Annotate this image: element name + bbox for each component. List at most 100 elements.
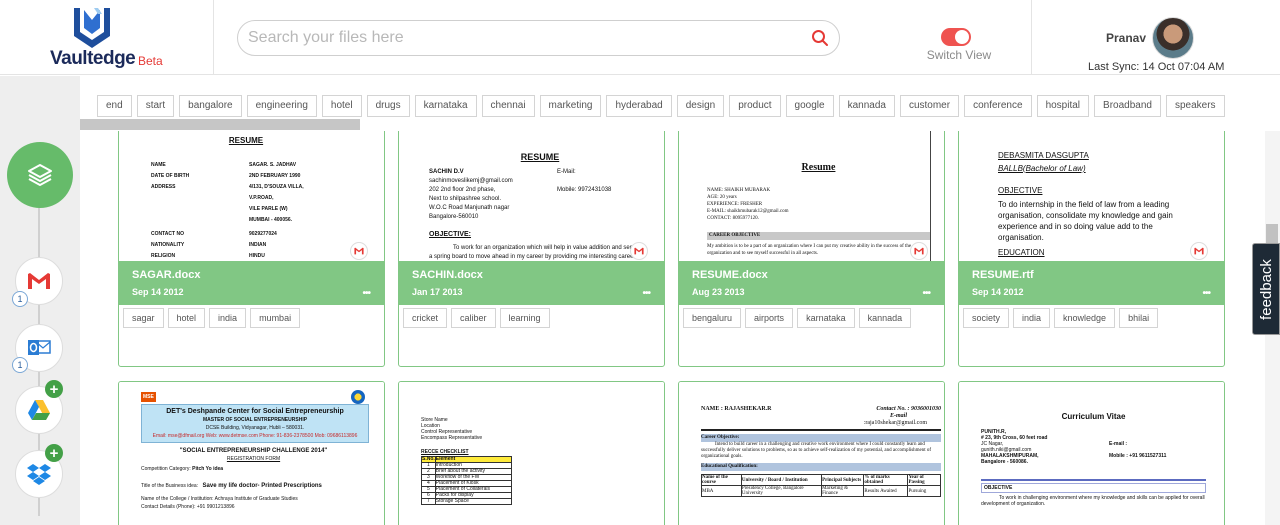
file-card[interactable]: MSE DET's Deshpande Center for Social En… <box>118 381 385 525</box>
file-date: Jan 17 2013 <box>412 287 463 297</box>
tag-filter-bar: end start bangalore engineering hotel drugs ka… <box>97 95 1230 117</box>
card-tag[interactable]: india <box>1013 308 1051 328</box>
tag-chip[interactable]: product <box>729 95 781 117</box>
file-info-bar: SACHIN.docx Jan 17 2013 ••• <box>399 261 664 305</box>
tag-chip[interactable]: end <box>97 95 132 117</box>
top-header: Vaultedge Beta Switch View Pranav Last S… <box>0 0 1280 75</box>
doc-value: VILE PARLE (W) <box>249 206 288 212</box>
file-name[interactable]: SACHIN.docx <box>412 269 483 281</box>
doc-title: Resume <box>801 162 836 173</box>
file-card[interactable]: Resume NAME: SHAIKH MUBARAK AGE: 20 year… <box>678 131 945 367</box>
card-tags: society india knowledge bhilai <box>963 308 1162 328</box>
add-drive-plus-icon[interactable]: + <box>45 380 63 398</box>
doc-label: DATE OF BIRTH <box>151 173 190 179</box>
gmail-source-icon <box>910 242 928 260</box>
search-icon[interactable] <box>811 29 829 47</box>
switch-view-toggle[interactable] <box>941 28 971 46</box>
file-name[interactable]: RESUME.docx <box>692 269 768 281</box>
user-name[interactable]: Pranav <box>1106 31 1146 45</box>
doc-line: 202 2nd floor 2nd phase, <box>429 187 496 193</box>
file-card[interactable]: Store Name Location Control Representati… <box>398 381 665 525</box>
tag-chip[interactable]: karnataka <box>414 95 477 117</box>
doc-line: Bangalore - 560086. <box>981 459 1028 465</box>
file-preview: Curriculum Vitae PUNITH.R, # 23, 9th Cro… <box>959 382 1224 525</box>
card-tag[interactable]: cricket <box>403 308 448 328</box>
card-tag[interactable]: sagar <box>123 308 164 328</box>
table-cell: Results Awaited <box>863 485 909 497</box>
add-dropbox-plus-icon[interactable]: + <box>45 444 63 462</box>
more-options-icon[interactable]: ••• <box>642 288 650 299</box>
card-tag[interactable]: society <box>963 308 1010 328</box>
more-options-icon[interactable]: ••• <box>1202 288 1210 299</box>
tag-chip[interactable]: bangalore <box>179 95 242 117</box>
doc-label: CONTACT NO <box>151 231 184 237</box>
divider <box>981 479 1206 481</box>
card-tag[interactable]: knowledge <box>1054 308 1116 328</box>
layers-icon <box>28 164 52 186</box>
more-options-icon[interactable]: ••• <box>362 288 370 299</box>
file-card[interactable]: NAME : RAJASHEKAR.R Contact No. : 9036001… <box>678 381 945 525</box>
file-card[interactable]: DEBASMITA DASGUPTA BALLB(Bachelor of Law… <box>958 131 1225 367</box>
card-tag[interactable]: learning <box>499 308 550 328</box>
doc-section-title: EDUCATION <box>998 248 1045 257</box>
card-tag[interactable]: caliber <box>451 308 496 328</box>
tag-chip[interactable]: customer <box>899 95 960 117</box>
file-preview: NAME : RAJASHEKAR.R Contact No. : 9036001… <box>679 382 944 525</box>
more-options-icon[interactable]: ••• <box>922 288 930 299</box>
file-date: Sep 14 2012 <box>132 287 184 297</box>
tag-chip[interactable]: conference <box>964 95 1032 117</box>
tag-chip[interactable]: kannada <box>838 95 895 117</box>
tag-chip[interactable]: start <box>136 95 175 117</box>
file-info-bar: SAGAR.docx Sep 14 2012 ••• <box>119 261 384 305</box>
feedback-button[interactable]: feedback <box>1252 243 1280 335</box>
doc-line: NAME: SHAIKH MUBARAK <box>707 188 771 193</box>
tag-chip[interactable]: hospital <box>1036 95 1090 117</box>
card-tag[interactable]: mumbai <box>250 308 301 328</box>
gmail-source-icon <box>1190 242 1208 260</box>
card-tag[interactable]: bengaluru <box>683 308 742 328</box>
avatar[interactable] <box>1152 17 1194 59</box>
doc-value: MUMBAI - 400056. <box>249 217 293 223</box>
education-table: Name of the course University / Board / … <box>701 474 941 497</box>
org-contact: Email: mse@dfmail.org Web: www.detmse.co… <box>152 433 358 439</box>
tag-chip[interactable]: marketing <box>539 95 602 117</box>
file-name[interactable]: SAGAR.docx <box>132 269 200 281</box>
doc-label <box>151 205 249 213</box>
tag-chip[interactable]: Broadband <box>1094 95 1161 117</box>
doc-mobile: Mobile: 9972431038 <box>557 187 612 193</box>
challenge-title: "SOCIAL ENTREPRENEURSHIP CHALLENGE 2014" <box>179 448 328 454</box>
card-tag[interactable]: hotel <box>167 308 206 328</box>
tag-chip[interactable]: chennai <box>481 95 535 117</box>
tags-horizontal-scrollbar[interactable] <box>80 119 360 130</box>
grid-scroll-thumb[interactable] <box>1266 224 1278 244</box>
tag-chip[interactable]: google <box>785 95 834 117</box>
file-card[interactable]: RESUME SACHIN D.V E-Mail: sachinmoveslike… <box>398 131 665 367</box>
toggle-knob <box>955 30 969 44</box>
doc-title: RESUME <box>228 136 264 145</box>
seal-icon <box>351 390 365 404</box>
tag-chip[interactable]: design <box>676 95 725 117</box>
file-date: Aug 23 2013 <box>692 287 745 297</box>
tag-chip[interactable]: hotel <box>321 95 362 117</box>
file-card[interactable]: RESUME NAME SAGAR. S. JADHAV DATE OF BIRT… <box>118 131 385 367</box>
doc-label <box>151 194 249 202</box>
org-address: DCSE Building, Vidyanagar, Hubli – 58003… <box>205 425 305 431</box>
card-tag[interactable]: karnataka <box>797 308 855 328</box>
search-input[interactable] <box>248 21 808 55</box>
tag-chip[interactable]: drugs <box>366 95 410 117</box>
tag-chip[interactable]: hyderabad <box>606 95 672 117</box>
doc-line: W.O.C Road Manjunath nagar <box>429 205 510 211</box>
file-name[interactable]: RESUME.rtf <box>972 269 1034 281</box>
tag-chip[interactable]: speakers <box>1165 95 1225 117</box>
table-header-cell: % of marks obtained <box>863 474 909 486</box>
card-tag[interactable]: bhilai <box>1119 308 1159 328</box>
file-preview: Store Name Location Control Representati… <box>399 382 664 525</box>
card-tag[interactable]: kannada <box>858 308 912 328</box>
tag-chip[interactable]: engineering <box>246 95 317 117</box>
card-tag[interactable]: india <box>209 308 247 328</box>
all-files-button[interactable] <box>7 142 73 208</box>
file-card[interactable]: Curriculum Vitae PUNITH.R, # 23, 9th Cro… <box>958 381 1225 525</box>
card-tag[interactable]: airports <box>745 308 794 328</box>
brand-logo[interactable]: Vaultedge Beta <box>0 0 214 75</box>
file-grid: RESUME NAME SAGAR. S. JADHAV DATE OF BIRT… <box>118 131 1226 525</box>
